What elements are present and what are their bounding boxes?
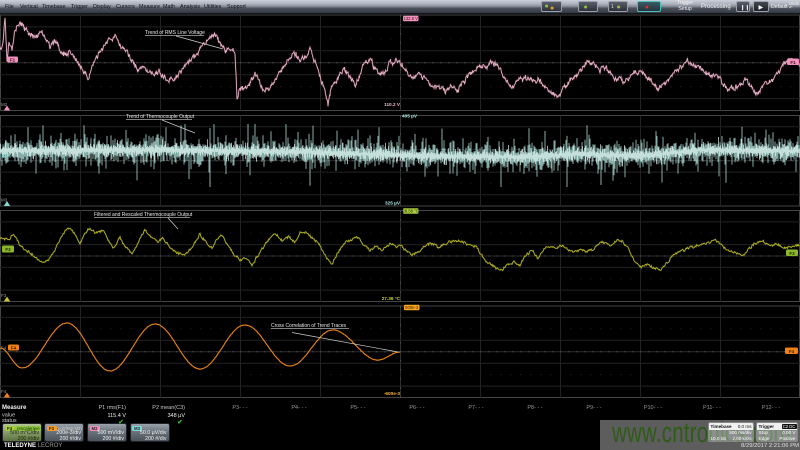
svg-text:F4: F4: [789, 349, 795, 354]
svg-text:P2 mean(C3): P2 mean(C3): [152, 405, 185, 411]
svg-text:F1: F1: [790, 60, 796, 65]
svg-text:28.56 °C: 28.56 °C: [403, 209, 419, 214]
svg-text:✔: ✔: [118, 419, 124, 426]
svg-text:F3: F3: [789, 251, 795, 256]
svg-text:132.8 V: 132.8 V: [403, 16, 418, 21]
svg-text:P11- - -: P11- - -: [703, 405, 721, 411]
svg-text:P12- - -: P12- - -: [762, 405, 781, 411]
svg-text:P3- - -: P3- - -: [232, 405, 247, 411]
svg-text:P5- - -: P5- - -: [350, 405, 365, 411]
svg-text:P4- - -: P4- - -: [291, 405, 306, 411]
svg-text:Measure: Measure: [2, 405, 27, 411]
svg-text:F3: F3: [5, 247, 11, 252]
svg-text:600e-3: 600e-3: [405, 305, 419, 310]
svg-text:P6- - -: P6- - -: [409, 405, 424, 411]
svg-text:27.36 °C: 27.36 °C: [382, 296, 401, 301]
svg-text:F4: F4: [1, 346, 7, 351]
svg-text:P7- - -: P7- - -: [468, 405, 483, 411]
svg-text:F4: F4: [11, 346, 17, 351]
svg-text:P8- - -: P8- - -: [527, 405, 542, 411]
svg-text:P1 rms(F1): P1 rms(F1): [99, 405, 127, 411]
svg-text:✔: ✔: [177, 419, 183, 426]
svg-text:F4: F4: [1, 389, 7, 394]
svg-text:F3: F3: [1, 293, 7, 298]
svg-text:F1: F1: [10, 58, 16, 63]
svg-text:status: status: [2, 418, 17, 424]
svg-text:325 µV: 325 µV: [385, 200, 401, 205]
svg-text:P10- - -: P10- - -: [644, 405, 663, 411]
svg-text:110.2 V: 110.2 V: [384, 102, 401, 107]
svg-text:P9- - -: P9- - -: [586, 405, 601, 411]
svg-text:405 µV: 405 µV: [402, 113, 418, 118]
svg-text:-600e-3: -600e-3: [384, 391, 401, 396]
svg-text:M3: M3: [2, 154, 9, 160]
